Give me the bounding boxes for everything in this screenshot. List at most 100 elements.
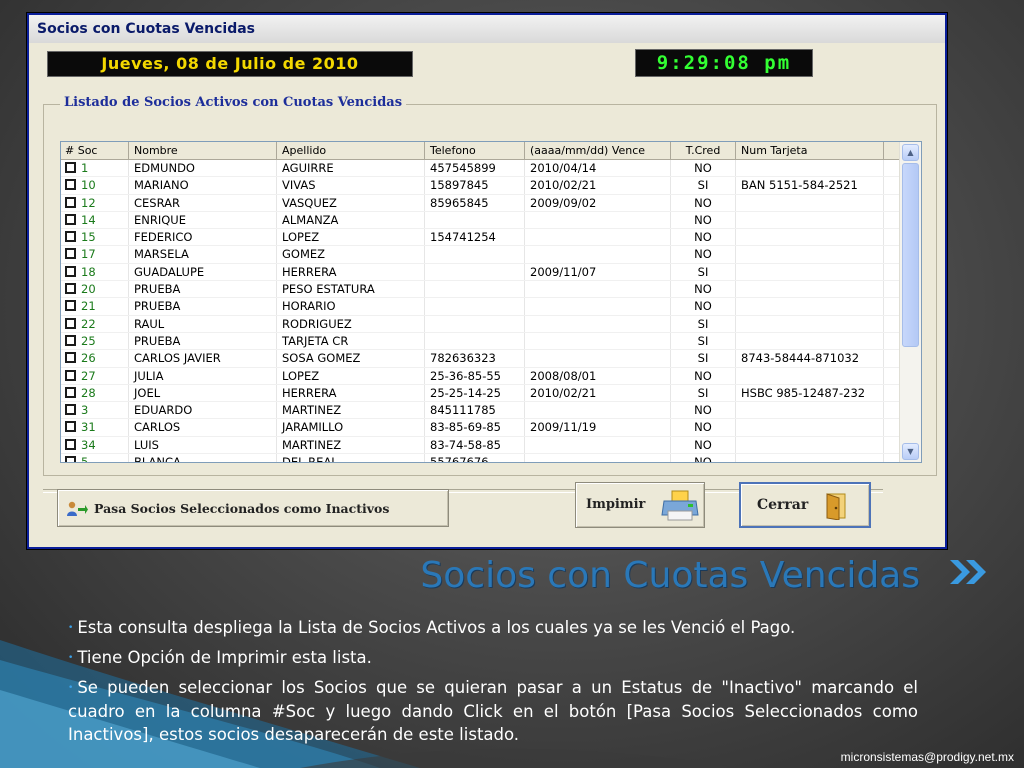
table-row[interactable]: 10 MARIANO VIVAS 15897845 2010/02/21 SI BAN 51… (61, 177, 921, 195)
column-header-tcred[interactable]: T.Cred (671, 142, 736, 159)
cell-vence (525, 454, 671, 462)
cell-tcred: NO (671, 298, 736, 315)
cell-apellido: VASQUEZ (277, 194, 425, 211)
cell-soc[interactable]: 18 (61, 263, 129, 281)
cell-soc[interactable]: 12 (61, 194, 129, 211)
cell-tcred: SI (671, 263, 736, 281)
checkbox-icon[interactable] (65, 386, 76, 398)
soc-number: 34 (81, 437, 96, 452)
checkbox-icon[interactable] (65, 196, 76, 208)
vertical-scrollbar[interactable]: ▲ ▼ (899, 142, 921, 462)
cell-soc[interactable]: 34 (61, 436, 129, 454)
scrollbar-thumb[interactable] (902, 163, 919, 347)
cell-soc[interactable]: 15 (61, 229, 129, 246)
table-row[interactable]: 27 JULIA LOPEZ 25-36-85-55 2008/08/01 NO (61, 367, 921, 385)
checkbox-icon[interactable] (65, 334, 76, 346)
cell-soc[interactable]: 3 (61, 402, 129, 419)
table-row[interactable]: 25 PRUEBA TARJETA CR SI (61, 332, 921, 351)
soc-number: 21 (81, 299, 96, 314)
table-row[interactable]: 31 CARLOS JARAMILLO 83-85-69-85 2009/11/19 NO (61, 419, 921, 437)
column-header-telefono[interactable]: Telefono (425, 142, 525, 159)
cell-telefono: 85965845 (425, 194, 525, 211)
cell-apellido: SOSA GOMEZ (277, 350, 425, 367)
column-header-apellido[interactable]: Apellido (277, 142, 425, 159)
table-row[interactable]: 15 FEDERICO LOPEZ 154741254 NO (61, 229, 921, 247)
table-row[interactable]: 22 RAUL RODRIGUEZ SI (61, 315, 921, 333)
table-row[interactable]: 17 MARSELA GOMEZ NO (61, 246, 921, 264)
column-header-soc[interactable]: # Soc (61, 142, 129, 159)
checkbox-icon[interactable] (65, 369, 76, 381)
checkbox-icon[interactable] (65, 352, 76, 364)
cell-apellido: RODRIGUEZ (277, 315, 425, 332)
table-row[interactable]: 18 GUADALUPE HERRERA 2009/11/07 SI (61, 263, 921, 282)
cell-telefono: 83-74-58-85 (425, 436, 525, 454)
table-row[interactable]: 12 CESRAR VASQUEZ 85965845 2009/09/02 NO (61, 194, 921, 212)
cell-soc[interactable]: 17 (61, 246, 129, 263)
checkbox-icon[interactable] (65, 421, 76, 433)
close-label: Cerrar (757, 497, 809, 513)
cell-num-tarjeta (736, 332, 884, 350)
checkbox-icon[interactable] (65, 162, 76, 173)
cell-soc[interactable]: 14 (61, 211, 129, 229)
checkbox-icon[interactable] (65, 300, 76, 312)
cell-telefono: 845111785 (425, 402, 525, 419)
cell-tcred: SI (671, 332, 736, 350)
column-header-vence[interactable]: (aaaa/mm/dd) Vence (525, 142, 671, 159)
cell-soc[interactable]: 31 (61, 419, 129, 436)
members-grid[interactable]: # Soc Nombre Apellido Telefono (aaaa/mm/… (60, 141, 922, 463)
table-row[interactable]: 34 LUIS MARTINEZ 83-74-58-85 NO (61, 436, 921, 455)
user-move-icon (67, 501, 88, 516)
cell-apellido: LOPEZ (277, 229, 425, 246)
print-button[interactable]: Impimir (575, 482, 705, 528)
table-row[interactable]: 1 EDMUNDO AGUIRRE 457545899 2010/04/14 NO (61, 160, 921, 178)
checkbox-icon[interactable] (65, 438, 76, 450)
cell-soc[interactable]: 1 (61, 160, 129, 177)
cell-telefono (425, 281, 525, 298)
cell-soc[interactable]: 22 (61, 315, 129, 332)
set-inactive-button[interactable]: Pasa Socios Seleccionados como Inactivos (57, 489, 449, 527)
cell-soc[interactable]: 20 (61, 281, 129, 298)
cell-tcred: NO (671, 402, 736, 419)
checkbox-icon[interactable] (65, 213, 76, 225)
cell-telefono: 25-36-85-55 (425, 367, 525, 384)
members-groupbox: Listado de Socios Activos con Cuotas Ven… (43, 95, 937, 476)
cell-tcred: NO (671, 419, 736, 436)
table-row[interactable]: 20 PRUEBA PESO ESTATURA NO (61, 281, 921, 299)
checkbox-icon[interactable] (65, 231, 76, 243)
cell-soc[interactable]: 26 (61, 350, 129, 367)
table-row[interactable]: 28 JOEL HERRERA 25-25-14-25 2010/02/21 SI HSBC… (61, 384, 921, 403)
checkbox-icon[interactable] (65, 265, 76, 277)
cell-num-tarjeta (736, 281, 884, 298)
cell-apellido: MARTINEZ (277, 436, 425, 454)
checkbox-icon[interactable] (65, 456, 76, 462)
table-row[interactable]: 3 EDUARDO MARTINEZ 845111785 NO (61, 402, 921, 420)
cell-soc[interactable]: 28 (61, 384, 129, 402)
checkbox-icon[interactable] (65, 283, 76, 295)
scroll-up-arrow-icon[interactable]: ▲ (902, 144, 919, 161)
cell-vence (525, 436, 671, 454)
grid-body: 1 EDMUNDO AGUIRRE 457545899 2010/04/14 NO 10 MA… (61, 160, 921, 462)
checkbox-icon[interactable] (65, 317, 76, 329)
cell-soc[interactable]: 27 (61, 367, 129, 384)
cell-vence (525, 350, 671, 367)
table-row[interactable]: 26 CARLOS JAVIER SOSA GOMEZ 782636323 SI 8743… (61, 350, 921, 368)
cell-soc[interactable]: 10 (61, 177, 129, 194)
bullet-dot-icon: • (68, 683, 74, 693)
cell-soc[interactable]: 21 (61, 298, 129, 315)
table-row[interactable]: 14 ENRIQUE ALMANZA NO (61, 211, 921, 230)
cell-num-tarjeta (736, 298, 884, 315)
column-header-nombre[interactable]: Nombre (129, 142, 277, 159)
checkbox-icon[interactable] (65, 179, 76, 191)
checkbox-icon[interactable] (65, 248, 76, 260)
table-row[interactable]: 5 BLANCA DEL REAL 55767676 NO (61, 454, 921, 462)
scroll-down-arrow-icon[interactable]: ▼ (902, 443, 919, 460)
column-header-num-tarjeta[interactable]: Num Tarjeta (736, 142, 884, 159)
cell-soc[interactable]: 5 (61, 454, 129, 462)
close-button[interactable]: Cerrar (739, 482, 871, 528)
checkbox-icon[interactable] (65, 404, 76, 416)
table-row[interactable]: 21 PRUEBA HORARIO NO (61, 298, 921, 316)
soc-number: 31 (81, 420, 96, 435)
cell-apellido: DEL REAL (277, 454, 425, 462)
cell-tcred: SI (671, 315, 736, 332)
cell-soc[interactable]: 25 (61, 332, 129, 350)
